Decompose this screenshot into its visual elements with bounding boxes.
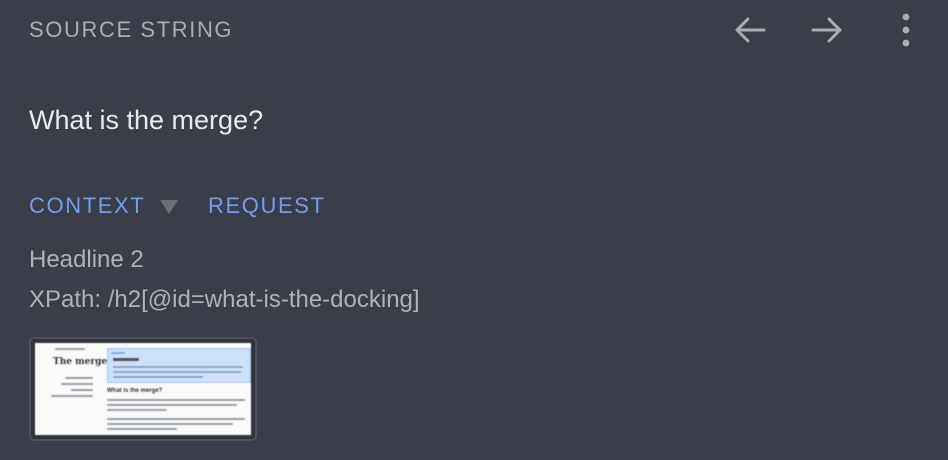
thumbnail-decoration bbox=[107, 399, 245, 401]
more-vertical-icon bbox=[902, 13, 910, 47]
next-button[interactable] bbox=[807, 10, 847, 50]
thumbnail-decoration bbox=[113, 371, 241, 373]
thumbnail-decoration bbox=[107, 409, 167, 411]
context-screenshot-thumbnail[interactable]: The merge What is the merge? bbox=[29, 337, 257, 441]
chevron-down-icon[interactable] bbox=[160, 200, 178, 214]
thumbnail-left-title: The merge bbox=[53, 357, 108, 367]
more-options-button[interactable] bbox=[886, 10, 926, 50]
thumbnail-decoration bbox=[55, 348, 85, 350]
thumbnail-decoration bbox=[65, 377, 93, 379]
thumbnail-section-heading: What is the merge? bbox=[107, 388, 163, 394]
panel-title: SOURCE STRING bbox=[29, 17, 234, 42]
source-string-text: What is the merge? bbox=[29, 105, 264, 135]
context-element-type: Headline 2 bbox=[29, 246, 144, 273]
thumbnail-decoration bbox=[111, 352, 125, 354]
thumbnail-decoration bbox=[107, 404, 237, 406]
source-string-panel: SOURCE STRING What is the merge? CONTEXT… bbox=[0, 0, 948, 460]
thumbnail-decoration bbox=[113, 358, 139, 361]
thumbnail-decoration bbox=[107, 428, 177, 430]
arrow-left-icon bbox=[735, 17, 766, 43]
arrow-right-icon bbox=[811, 17, 842, 43]
thumbnail-decoration bbox=[113, 376, 203, 378]
tab-request[interactable]: REQUEST bbox=[208, 192, 326, 220]
thumbnail-page-preview: The merge What is the merge? bbox=[35, 343, 251, 435]
thumbnail-decoration bbox=[107, 418, 245, 420]
thumbnail-highlight-box bbox=[107, 348, 251, 383]
context-xpath: XPath: /h2[@id=what-is-the-docking] bbox=[29, 286, 420, 313]
thumbnail-decoration bbox=[51, 395, 93, 397]
thumbnail-decoration bbox=[113, 366, 243, 368]
thumbnail-decoration bbox=[71, 389, 93, 391]
previous-button[interactable] bbox=[730, 10, 770, 50]
thumbnail-decoration bbox=[61, 383, 93, 385]
tab-context[interactable]: CONTEXT bbox=[29, 192, 145, 220]
thumbnail-decoration bbox=[107, 423, 233, 425]
